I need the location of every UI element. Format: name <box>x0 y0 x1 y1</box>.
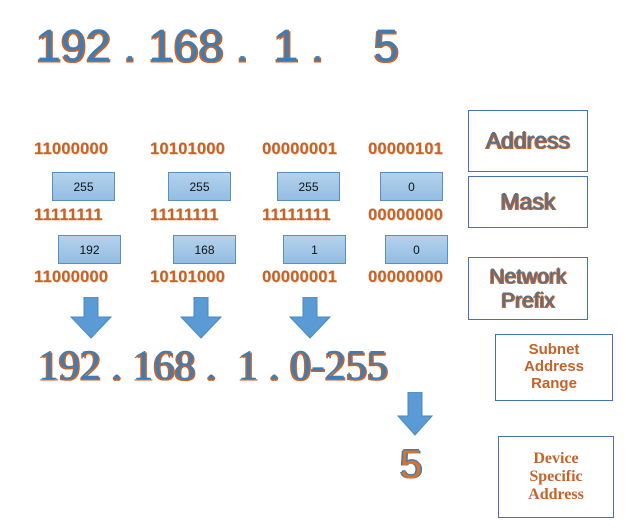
octet-1-address-binary: 11000000 <box>34 140 109 158</box>
down-arrow-icon-octet-3 <box>288 297 332 339</box>
octet-4-prefix-value: 0 <box>413 242 420 257</box>
octet-2-address-binary: 10101000 <box>150 140 226 158</box>
octet-2-mask-binary: 11111111 <box>150 206 219 224</box>
label-box-network-prefix: Network Prefix <box>468 257 588 320</box>
octet-3-prefix-value-box: 1 <box>283 235 346 264</box>
octet-1-prefix-value-box: 192 <box>58 235 121 264</box>
octet-1-prefix-binary: 11000000 <box>34 268 109 286</box>
label-network-prefix-line2: Prefix <box>501 288 555 312</box>
label-network-prefix-line1: Network <box>489 264 567 288</box>
octet-4-address-binary: 00000101 <box>368 140 444 158</box>
down-arrow-icon-octet-1 <box>69 297 113 339</box>
label-subnet-range-line1: Subnet <box>528 341 580 359</box>
octet-4-mask-binary: 00000000 <box>368 206 444 224</box>
octet-4-prefix-binary: 00000000 <box>368 268 444 286</box>
octet-3-mask-binary: 11111111 <box>262 206 331 224</box>
label-box-device-specific-address: Device Specific Address <box>498 436 614 518</box>
label-mask: Mask <box>500 188 556 215</box>
octet-4-address-value: 0 <box>408 179 415 194</box>
label-device-line1: Device <box>533 450 579 468</box>
octet-4-address-value-box: 0 <box>380 172 443 201</box>
octet-2-prefix-value-box: 168 <box>173 235 236 264</box>
subnet-mask-diagram: 192 . 168 . 1 . 5 11000000 255 11111111 … <box>0 0 631 527</box>
down-arrow-icon-device <box>396 392 434 436</box>
label-box-address: Address <box>468 110 588 172</box>
label-device-line2: Specific <box>529 468 583 486</box>
octet-3-prefix-binary: 00000001 <box>262 268 338 286</box>
octet-1-prefix-value: 192 <box>79 242 100 257</box>
down-arrow-icon-octet-2 <box>179 297 223 339</box>
octet-1-address-value: 255 <box>73 179 94 194</box>
device-specific-digit: 5 <box>400 443 423 487</box>
octet-4-prefix-value-box: 0 <box>385 235 448 264</box>
octet-3-address-binary: 00000001 <box>262 140 338 158</box>
octet-1-mask-binary: 11111111 <box>34 206 103 224</box>
octet-2-address-value: 255 <box>189 179 210 194</box>
octet-2-prefix-value: 168 <box>194 242 215 257</box>
resulting-ip-address: 192 . 168 . 1 . 0-255 <box>38 343 388 389</box>
octet-3-address-value-box: 255 <box>277 172 340 201</box>
label-subnet-range-line3: Range <box>531 374 577 392</box>
label-subnet-range-line2: Address <box>523 358 585 376</box>
label-box-mask: Mask <box>468 176 588 228</box>
octet-3-address-value: 255 <box>298 179 319 194</box>
label-box-subnet-address-range: Subnet Address Range <box>495 334 613 401</box>
label-device-line3: Address <box>528 485 584 503</box>
headline-ip-address: 192 . 168 . 1 . 5 <box>36 20 399 71</box>
octet-2-prefix-binary: 10101000 <box>150 268 226 286</box>
octet-1-address-value-box: 255 <box>52 172 115 201</box>
label-address: Address <box>485 127 571 154</box>
octet-3-prefix-value: 1 <box>311 242 318 257</box>
octet-2-address-value-box: 255 <box>168 172 231 201</box>
